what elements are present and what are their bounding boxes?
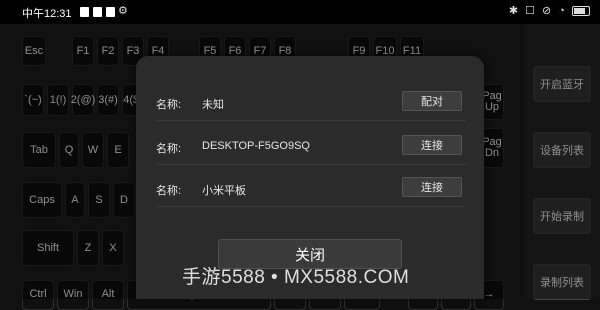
device-name-value: 未知 xyxy=(202,99,224,111)
status-icons: ✱ ☐ ⊘ ◔ xyxy=(509,4,590,17)
status-bar: 中午12:31 ⚙ ✱ ☐ ⊘ ◔ xyxy=(0,0,600,24)
notification-icon xyxy=(106,7,115,17)
device-name-value: DESKTOP-F5GO9SQ xyxy=(202,140,310,152)
notification-icon xyxy=(80,7,89,17)
device-row: 名称: 未知 配对 xyxy=(156,84,466,121)
settings-icon: ⚙ xyxy=(118,5,128,17)
device-name-label: 名称: xyxy=(156,185,182,197)
device-name-value: 小米平板 xyxy=(202,185,246,197)
device-name-label: 名称: xyxy=(156,99,182,111)
device-row: 名称: 小米平板 连接 xyxy=(156,170,466,207)
watermark: 手游5588 • MX5588.COM xyxy=(182,267,410,288)
device-name-label: 名称: xyxy=(156,143,182,155)
notification-icon xyxy=(93,7,102,17)
pair-button[interactable]: 配对 xyxy=(402,91,462,111)
battery-icon xyxy=(572,6,590,17)
device-row: 名称: DESKTOP-F5GO9SQ 连接 xyxy=(156,128,466,165)
connect-button[interactable]: 连接 xyxy=(402,135,462,155)
connect-button[interactable]: 连接 xyxy=(402,177,462,197)
status-time: 中午12:31 xyxy=(22,8,72,20)
